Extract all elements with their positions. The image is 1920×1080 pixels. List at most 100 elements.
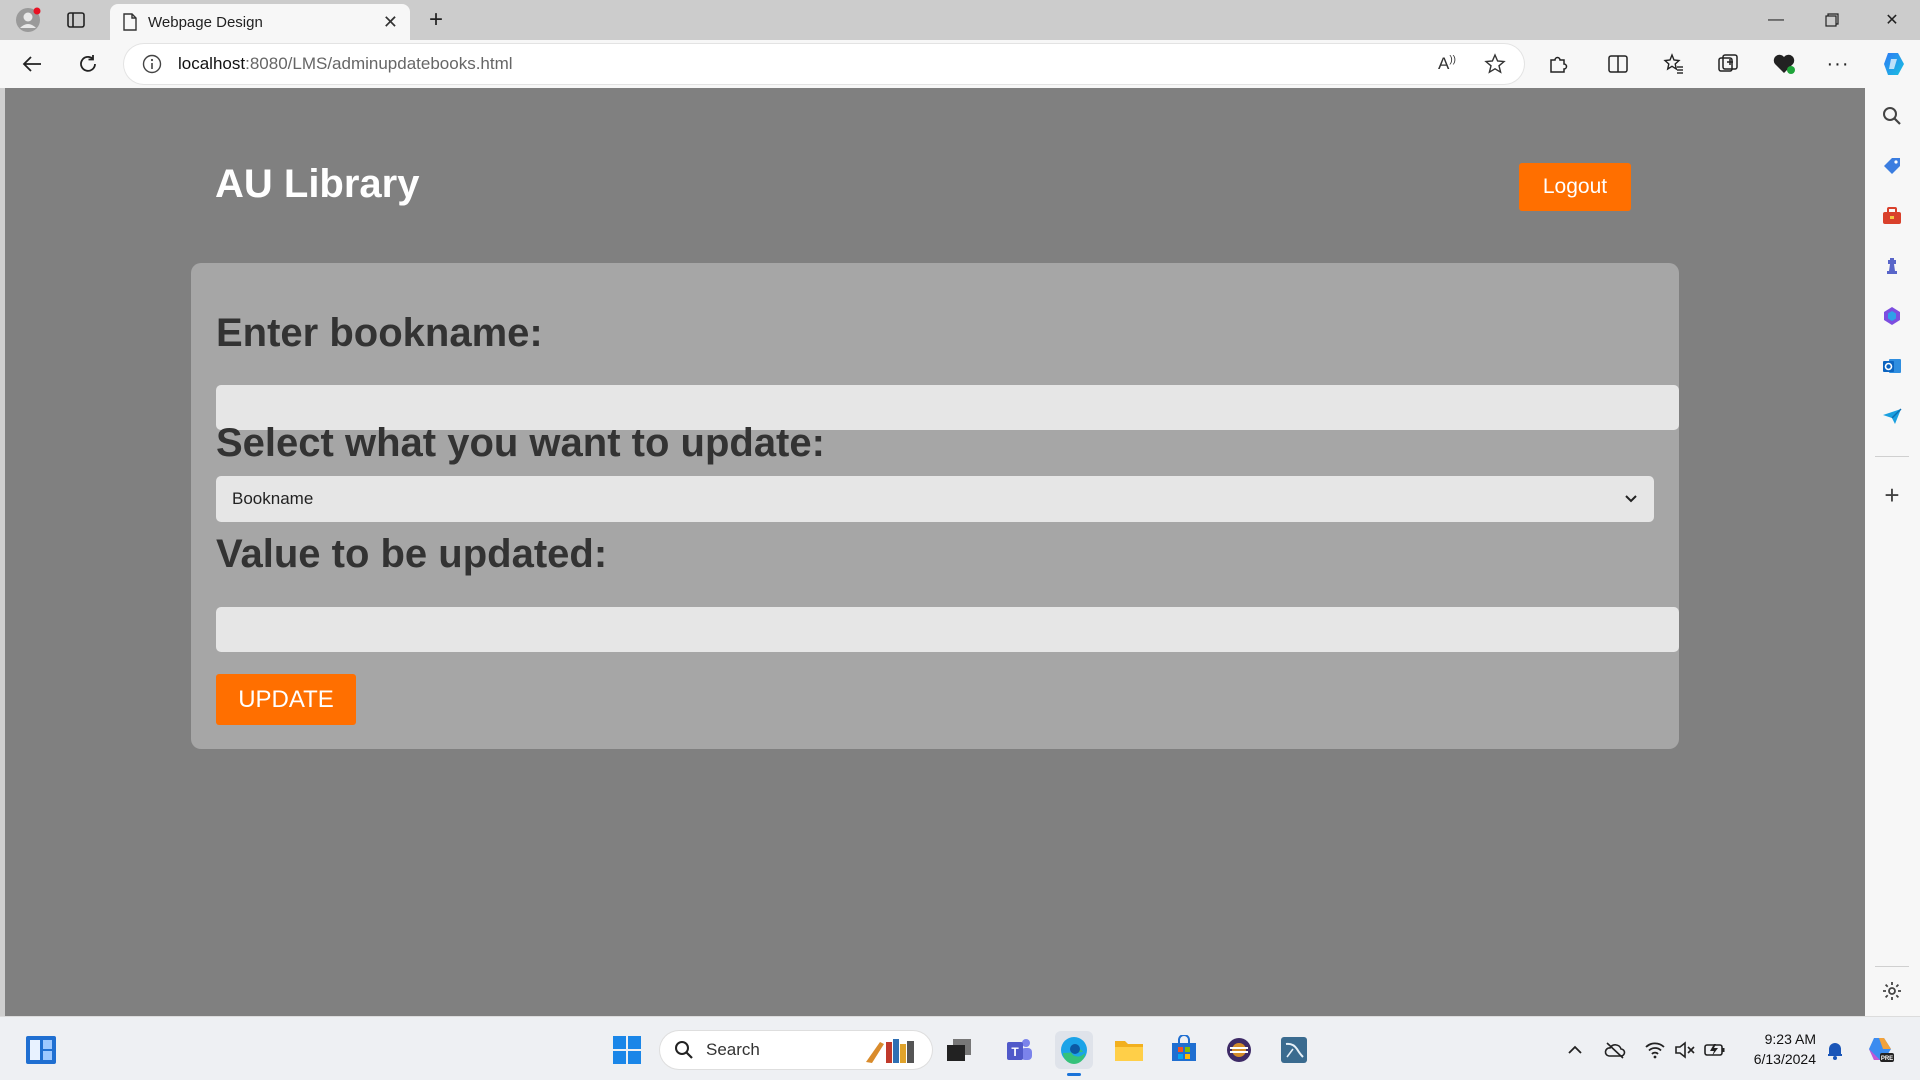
select-value: Bookname xyxy=(232,489,314,508)
taskbar-search-label: Search xyxy=(706,1040,760,1059)
collections-button[interactable] xyxy=(1712,48,1744,80)
url-host: localhost xyxy=(178,54,246,73)
wifi-tray-button[interactable] xyxy=(1642,1037,1668,1063)
restore-button[interactable] xyxy=(1804,0,1860,40)
cloud-off-icon xyxy=(1604,1042,1626,1059)
logout-button[interactable]: Logout xyxy=(1519,163,1631,211)
sidebar-add-button[interactable]: + xyxy=(1875,478,1909,512)
back-button[interactable] xyxy=(16,48,48,80)
volume-mute-icon xyxy=(1675,1041,1695,1059)
collections-icon xyxy=(1718,54,1738,72)
taskbar-search-box[interactable]: Search xyxy=(660,1031,932,1069)
value-label: Value to be updated: xyxy=(216,532,608,576)
battery-charging-icon xyxy=(1704,1044,1725,1056)
close-tab-icon[interactable]: ✕ xyxy=(383,12,398,33)
tab-title: Webpage Design xyxy=(148,13,263,31)
bell-icon xyxy=(1828,1043,1842,1060)
system-clock[interactable]: 9:23 AM 6/13/2024 xyxy=(1740,1029,1816,1069)
minimize-icon: — xyxy=(1768,11,1784,28)
split-screen-button[interactable] xyxy=(1602,48,1634,80)
copilot-button[interactable] xyxy=(1876,46,1912,82)
sidebar-outlook-button[interactable] xyxy=(1875,349,1909,383)
update-button[interactable]: UPDATE xyxy=(216,674,356,725)
update-book-form: Enter bookname: Select what you want to … xyxy=(191,263,1679,749)
browser-tab-bar: Webpage Design ✕ + — ✕ xyxy=(0,0,1920,40)
microsoft-store-app[interactable] xyxy=(1165,1031,1203,1069)
update-field-select[interactable]: Bookname xyxy=(216,476,1654,522)
more-icon: ··· xyxy=(1826,52,1850,75)
address-bar[interactable]: localhost:8080/LMS/adminupdatebooks.html… xyxy=(124,44,1524,84)
favorites-button[interactable] xyxy=(1658,48,1690,80)
puzzle-icon xyxy=(1550,56,1568,73)
sidebar-shopping-button[interactable] xyxy=(1875,149,1909,183)
chevron-down-icon xyxy=(1625,495,1637,503)
edge-app[interactable] xyxy=(1055,1031,1093,1076)
widgets-icon xyxy=(26,1036,56,1064)
url-path: :8080/LMS/adminupdatebooks.html xyxy=(245,54,513,73)
tab-webpage-design[interactable]: Webpage Design ✕ xyxy=(110,4,410,40)
settings-icon xyxy=(1883,982,1901,1000)
more-options-button[interactable]: ··· xyxy=(1822,48,1854,80)
page-icon xyxy=(123,13,137,31)
copilot-icon xyxy=(1884,53,1904,75)
teams-app[interactable]: T xyxy=(1000,1031,1038,1069)
teams-icon: T xyxy=(1007,1039,1032,1060)
sidebar-settings-button[interactable] xyxy=(1875,974,1909,1008)
info-icon[interactable] xyxy=(142,54,162,74)
volume-tray-button[interactable] xyxy=(1672,1037,1698,1063)
onedrive-tray-button[interactable] xyxy=(1602,1037,1628,1063)
task-view-button[interactable] xyxy=(940,1031,978,1069)
m365-icon xyxy=(1884,307,1900,325)
sidebar-copilot-button[interactable] xyxy=(1875,299,1909,333)
start-button[interactable] xyxy=(608,1031,646,1069)
value-input[interactable] xyxy=(216,607,1679,652)
outlook-icon xyxy=(1883,359,1901,373)
chevron-up-icon xyxy=(1568,1045,1582,1054)
favorite-star-icon[interactable] xyxy=(1484,53,1506,75)
show-hidden-icons-button[interactable] xyxy=(1562,1037,1588,1063)
search-icon xyxy=(675,1041,693,1059)
extensions-button[interactable] xyxy=(1542,48,1574,80)
sidebar-send-button[interactable] xyxy=(1875,399,1909,433)
eclipse-app[interactable] xyxy=(1220,1031,1258,1069)
sidebar-search-button[interactable] xyxy=(1875,99,1909,133)
bookname-label: Enter bookname: xyxy=(216,311,543,355)
notifications-button[interactable] xyxy=(1822,1037,1848,1063)
svg-text:T: T xyxy=(1011,1045,1019,1059)
sidebar-tools-button[interactable] xyxy=(1875,199,1909,233)
edge-icon xyxy=(1061,1037,1087,1064)
chess-icon xyxy=(1887,258,1897,274)
favorites-icon xyxy=(1663,53,1683,74)
read-aloud-icon[interactable]: A)) xyxy=(1438,54,1456,74)
update-field-label: Select what you want to update: xyxy=(216,421,825,465)
refresh-button[interactable] xyxy=(72,48,104,80)
widgets-button[interactable] xyxy=(22,1031,60,1069)
wifi-icon xyxy=(1645,1042,1665,1059)
copilot-pre-icon: PRE xyxy=(1869,1038,1894,1062)
url-text[interactable]: localhost:8080/LMS/adminupdatebooks.html xyxy=(178,54,1438,74)
browser-essentials-button[interactable] xyxy=(1768,48,1800,80)
new-tab-button[interactable]: + xyxy=(420,4,452,36)
mysql-workbench-app[interactable] xyxy=(1275,1031,1313,1069)
tab-actions-button[interactable] xyxy=(60,4,92,36)
minimize-button[interactable]: — xyxy=(1748,0,1804,40)
task-view-icon xyxy=(947,1039,971,1061)
close-window-button[interactable]: ✕ xyxy=(1864,0,1920,40)
sidebar-divider xyxy=(1875,456,1909,457)
active-app-indicator xyxy=(1067,1073,1081,1076)
svg-text:PRE: PRE xyxy=(1881,1056,1893,1062)
toolbox-icon xyxy=(1883,207,1901,224)
close-icon: ✕ xyxy=(1885,12,1899,29)
send-icon xyxy=(1883,408,1902,424)
profile-icon xyxy=(16,7,41,32)
battery-tray-button[interactable] xyxy=(1702,1037,1728,1063)
edge-sidebar: + xyxy=(1865,88,1920,1016)
mysql-workbench-icon xyxy=(1281,1037,1307,1063)
add-icon: + xyxy=(1884,479,1900,510)
profile-button[interactable] xyxy=(12,4,44,36)
copilot-taskbar-button[interactable]: PRE xyxy=(1864,1033,1896,1065)
taskbar: Search T 9:23 AM 6/13/2024 PRE xyxy=(0,1016,1920,1080)
site-header: AU Library Logout xyxy=(5,88,1865,263)
sidebar-games-button[interactable] xyxy=(1875,249,1909,283)
file-explorer-app[interactable] xyxy=(1110,1031,1148,1069)
